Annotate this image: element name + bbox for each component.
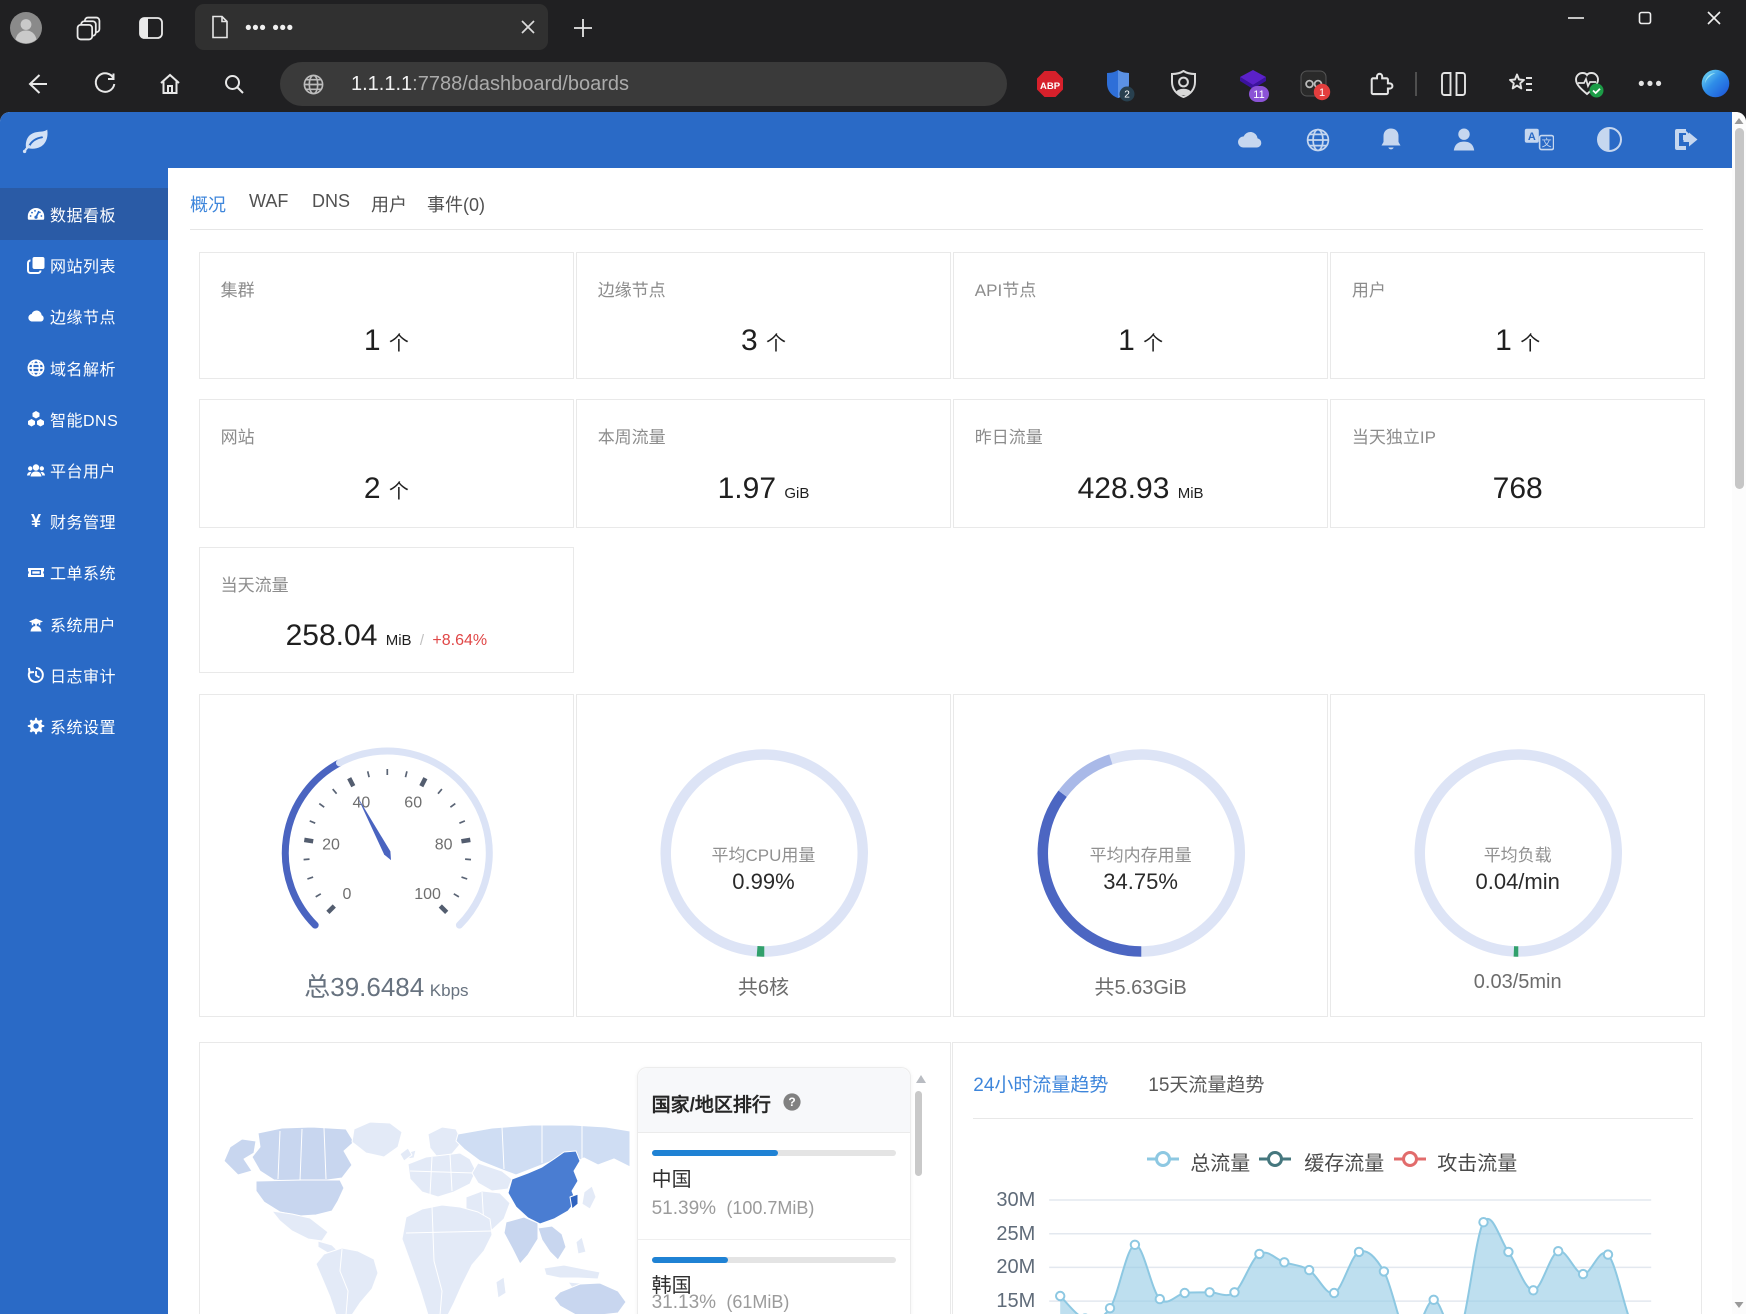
svg-text:?: ? (788, 1095, 795, 1109)
svg-text:2: 2 (1124, 90, 1130, 101)
svg-text:100: 100 (414, 885, 441, 902)
svg-text:80: 80 (434, 836, 452, 853)
svg-text:¥: ¥ (31, 512, 41, 530)
svg-text:文: 文 (1542, 137, 1552, 150)
svg-text:40: 40 (352, 794, 370, 811)
svg-text:1: 1 (1319, 87, 1325, 99)
svg-text:60: 60 (404, 794, 422, 811)
svg-text:0: 0 (342, 885, 351, 902)
svg-text:11: 11 (1253, 89, 1264, 101)
svg-text:20: 20 (322, 836, 340, 853)
svg-text:A: A (1528, 131, 1536, 143)
svg-text:ABP: ABP (1040, 81, 1061, 92)
